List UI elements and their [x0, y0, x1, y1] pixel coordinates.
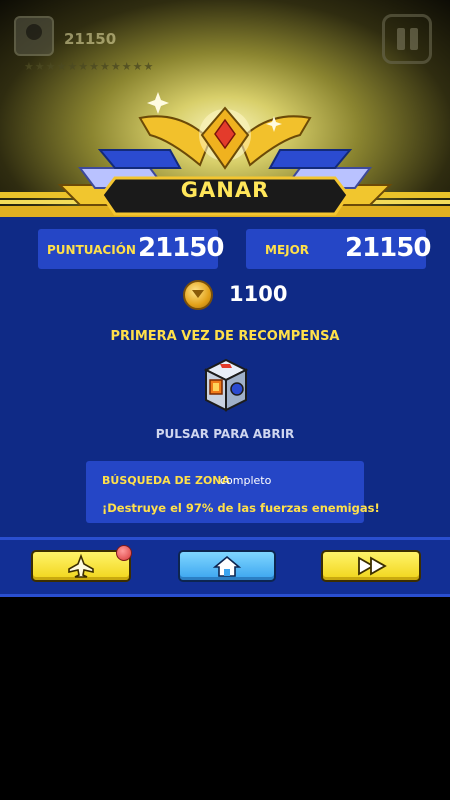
sparkle-icon	[147, 92, 169, 114]
plane-icon	[68, 553, 94, 578]
next-button[interactable]	[321, 550, 421, 582]
home-icon-door	[224, 569, 230, 576]
first-reward-title: PRIMERA VEZ DE RECOMPENSA	[110, 329, 340, 344]
chest-top-mark	[220, 364, 232, 368]
chest-emblem	[230, 382, 244, 396]
fast-forward-icon	[358, 556, 387, 576]
result-title: GANAR	[180, 178, 270, 202]
coin-icon	[183, 280, 213, 310]
tap-to-open-label[interactable]: PULSAR PARA ABRIR	[0, 427, 450, 441]
score-label: PUNTUACIÓN	[47, 243, 136, 257]
wing-right-inner	[268, 149, 353, 169]
fast-forward-arrow-2	[370, 556, 387, 576]
coin-value: 1100	[229, 282, 288, 306]
quest-status: completo	[220, 474, 272, 487]
home-icon	[212, 555, 242, 577]
notification-dot	[116, 545, 132, 561]
game-result-screen: 21150 ★★★★★★★★★★★★ GANAR PUNTUACIÓN 2115…	[0, 0, 450, 800]
plane-icon-shape	[68, 553, 94, 578]
best-value: 21150	[345, 233, 431, 263]
quest-title: BÚSQUEDA DE ZONA	[102, 474, 231, 487]
best-label: MEJOR	[265, 243, 310, 257]
chest-lock-light	[213, 383, 219, 391]
wing-left-inner	[97, 149, 182, 169]
score-value: 21150	[138, 233, 224, 263]
quest-description: ¡Destruye el 97% de las fuerzas enemigas…	[102, 501, 380, 515]
reward-chest-icon[interactable]	[196, 356, 254, 414]
home-button[interactable]	[178, 550, 276, 582]
